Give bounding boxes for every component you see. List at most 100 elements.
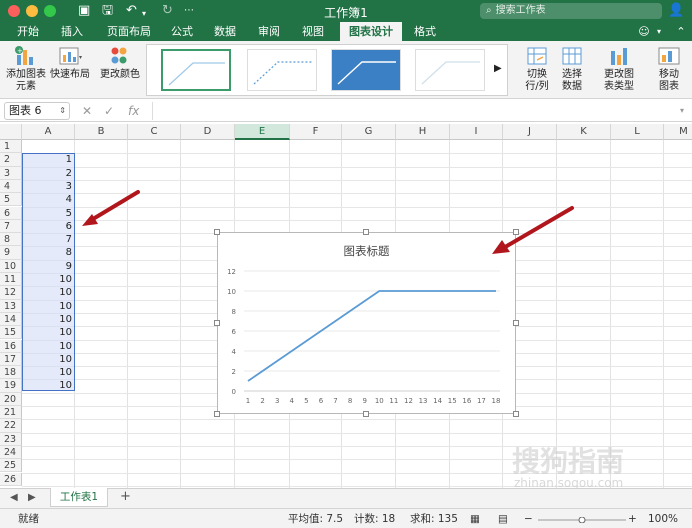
tab-page-layout[interactable]: 页面布局 [98,22,160,41]
row-header[interactable]: 20 [0,392,22,406]
column-header-e[interactable]: E [235,124,290,140]
tab-formulas[interactable]: 公式 [164,22,200,41]
row-header[interactable]: 14 [0,312,22,327]
chart-resize-handle[interactable] [214,411,220,417]
switch-row-column-button[interactable]: 切换 行/列 [520,45,554,93]
name-box[interactable]: 图表 6 ⇕ [4,102,70,120]
column-header-i[interactable]: I [450,124,503,140]
select-data-button[interactable]: 选择 数据 [556,45,588,93]
sheet-tab-active[interactable]: 工作表1 [50,488,108,507]
next-sheet-icon[interactable]: ▶ [28,492,36,503]
name-box-stepper-icon[interactable]: ⇕ [59,103,66,119]
zoom-slider[interactable] [538,517,626,523]
add-user-icon[interactable]: 👤 [668,3,684,19]
row-header[interactable]: 6 [0,206,22,220]
column-header-h[interactable]: H [396,124,450,140]
row-header[interactable]: 21 [0,406,22,420]
tab-review[interactable]: 审阅 [250,22,288,41]
row-header[interactable]: 1 [0,140,22,154]
column-header-g[interactable]: G [342,124,396,140]
enter-icon[interactable]: ✓ [104,104,114,118]
chart-style-4[interactable] [415,49,485,91]
cell-a14[interactable]: 10 [22,313,72,326]
column-header-c[interactable]: C [128,124,181,140]
column-header-f[interactable]: F [290,124,342,140]
tab-insert[interactable]: 插入 [52,22,92,41]
chart-object[interactable]: 图表标题 0 2 4 6 8 10 12 1 2 3 4 5 6 7 8 9 10 11 12 13 14 15 16 17 1… [217,232,516,414]
column-header-a[interactable]: A [22,124,75,140]
chart-style-2[interactable] [247,49,317,91]
chart-resize-handle[interactable] [513,320,519,326]
cell-a5[interactable]: 4 [22,193,72,206]
search-input[interactable]: ⌕ 搜索工作表 [480,3,662,19]
add-chart-element-button[interactable]: + 添加图表 元素 [6,45,46,93]
cell-a18[interactable]: 10 [22,366,72,379]
row-header[interactable]: 25 [0,459,22,473]
feedback-dropdown-icon[interactable]: ▾ [654,22,664,41]
row-header[interactable]: 12 [0,286,22,300]
cell-a12[interactable]: 10 [22,286,72,299]
row-header[interactable]: 17 [0,352,22,367]
smiley-feedback-icon[interactable]: ☺ [636,22,652,41]
chart-style-1[interactable] [161,49,231,91]
cell-a10[interactable]: 9 [22,260,72,273]
chart-resize-handle[interactable] [363,229,369,235]
page-layout-view-icon[interactable]: ▤ [498,509,508,528]
row-header[interactable]: 11 [0,273,22,287]
add-sheet-button[interactable]: + [120,489,131,504]
cancel-icon[interactable]: ✕ [82,104,92,118]
chart-resize-handle[interactable] [363,411,369,417]
row-header[interactable]: 4 [0,179,22,194]
zoom-out-icon[interactable]: − [524,509,533,528]
cell-a16[interactable]: 10 [22,340,72,353]
row-header[interactable]: 24 [0,445,22,460]
row-header[interactable]: 19 [0,379,22,393]
tab-format[interactable]: 格式 [406,22,444,41]
tab-data[interactable]: 数据 [206,22,244,41]
gallery-next-icon[interactable]: ▶ [494,63,502,74]
column-header-d[interactable]: D [181,124,235,140]
column-header-k[interactable]: K [557,124,611,140]
quick-layout-button[interactable]: ▾ 快速布局 [50,45,90,81]
row-header[interactable]: 3 [0,166,22,180]
prev-sheet-icon[interactable]: ◀ [10,492,18,503]
chart-style-3[interactable] [331,49,401,91]
row-header[interactable]: 5 [0,193,22,207]
chart-resize-handle[interactable] [214,229,220,235]
row-header[interactable]: 9 [0,246,22,260]
formula-input[interactable] [152,102,682,120]
zoom-in-icon[interactable]: + [628,509,637,528]
cell-a15[interactable]: 10 [22,326,72,339]
tab-home[interactable]: 开始 [8,22,48,41]
row-header[interactable]: 26 [0,472,22,486]
row-header[interactable]: 13 [0,299,22,313]
tab-chart-design[interactable]: 图表设计 [340,22,402,41]
tab-view[interactable]: 视图 [294,22,332,41]
cell-a8[interactable]: 7 [22,233,72,246]
cell-a17[interactable]: 10 [22,353,72,366]
cell-a11[interactable]: 10 [22,273,72,286]
row-header[interactable]: 10 [0,259,22,273]
worksheet-grid[interactable]: ABCDEFGHIJKLM 1 2 3 4 5 6 7 8 9 10 11 12 13 14 15 16 17 1… [0,124,692,488]
row-header[interactable]: 15 [0,326,22,340]
series-line[interactable] [247,290,496,382]
collapse-ribbon-icon[interactable]: ⌃ [674,22,688,41]
column-header-l[interactable]: L [611,124,664,140]
chart-resize-handle[interactable] [214,320,220,326]
column-header-m[interactable]: M [664,124,692,140]
row-header[interactable]: 7 [0,219,22,234]
function-icon[interactable]: fx [128,104,139,118]
cell-a6[interactable]: 5 [22,207,72,220]
chart-resize-handle[interactable] [513,411,519,417]
normal-view-icon[interactable]: ▦ [470,509,480,528]
cell-a7[interactable]: 6 [22,220,72,233]
zoom-level[interactable]: 100% [648,509,678,528]
row-header[interactable]: 18 [0,366,22,380]
column-header-j[interactable]: J [503,124,557,140]
cell-a3[interactable]: 2 [22,167,72,180]
cell-a4[interactable]: 3 [22,180,72,193]
row-header[interactable]: 22 [0,419,22,433]
row-header[interactable]: 23 [0,432,22,446]
column-header-b[interactable]: B [75,124,128,140]
cell-a9[interactable]: 8 [22,246,72,259]
